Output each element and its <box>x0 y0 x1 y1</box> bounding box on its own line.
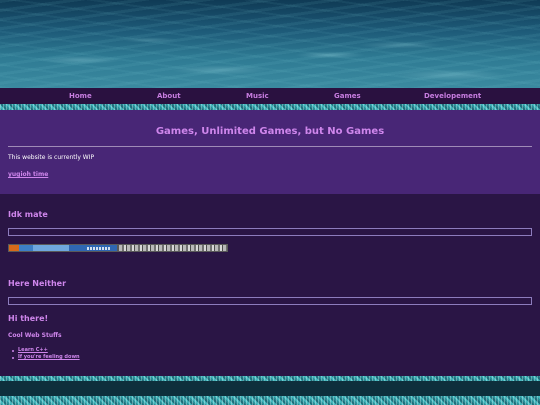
learn-cpp-link[interactable]: Learn C++ <box>18 347 48 353</box>
web-badge[interactable] <box>8 244 118 252</box>
web-badge[interactable] <box>118 244 228 252</box>
cool-web-stuffs-heading: Cool Web Stuffs <box>8 332 62 339</box>
nav-developement-link[interactable]: Developement <box>424 88 481 104</box>
ocean-header-banner <box>0 0 540 88</box>
nav-games-link[interactable]: Games <box>334 88 361 104</box>
wip-notice: This website is currently WIP <box>8 154 95 161</box>
page-title: Games, Unlimited Games, but No Games <box>155 126 385 137</box>
here-neither-box <box>8 297 532 305</box>
yugioh-link[interactable]: yugioh time <box>8 171 48 178</box>
section-title-hi-there: Hi there! <box>8 314 49 323</box>
cool-links-list: Learn C++ If you're feeling down <box>12 347 80 361</box>
feeling-down-link[interactable]: If you're feeling down <box>18 354 80 360</box>
main-navbar: Home About Music Games Developement <box>0 88 540 104</box>
list-item: If you're feeling down <box>12 354 80 361</box>
nav-home-link[interactable]: Home <box>69 88 92 104</box>
hero-divider <box>8 146 532 147</box>
badge-row <box>8 244 228 252</box>
section-title-idk: Idk mate <box>8 210 48 219</box>
list-item: Learn C++ <box>12 347 80 354</box>
footer-band <box>0 381 540 396</box>
idk-box <box>8 228 532 236</box>
section-title-here-neither: Here Neither <box>8 279 67 288</box>
nav-about-link[interactable]: About <box>157 88 181 104</box>
nav-music-link[interactable]: Music <box>246 88 269 104</box>
hero-section: Games, Unlimited Games, but No Games Thi… <box>0 110 540 194</box>
water-footer-strip <box>0 396 540 405</box>
